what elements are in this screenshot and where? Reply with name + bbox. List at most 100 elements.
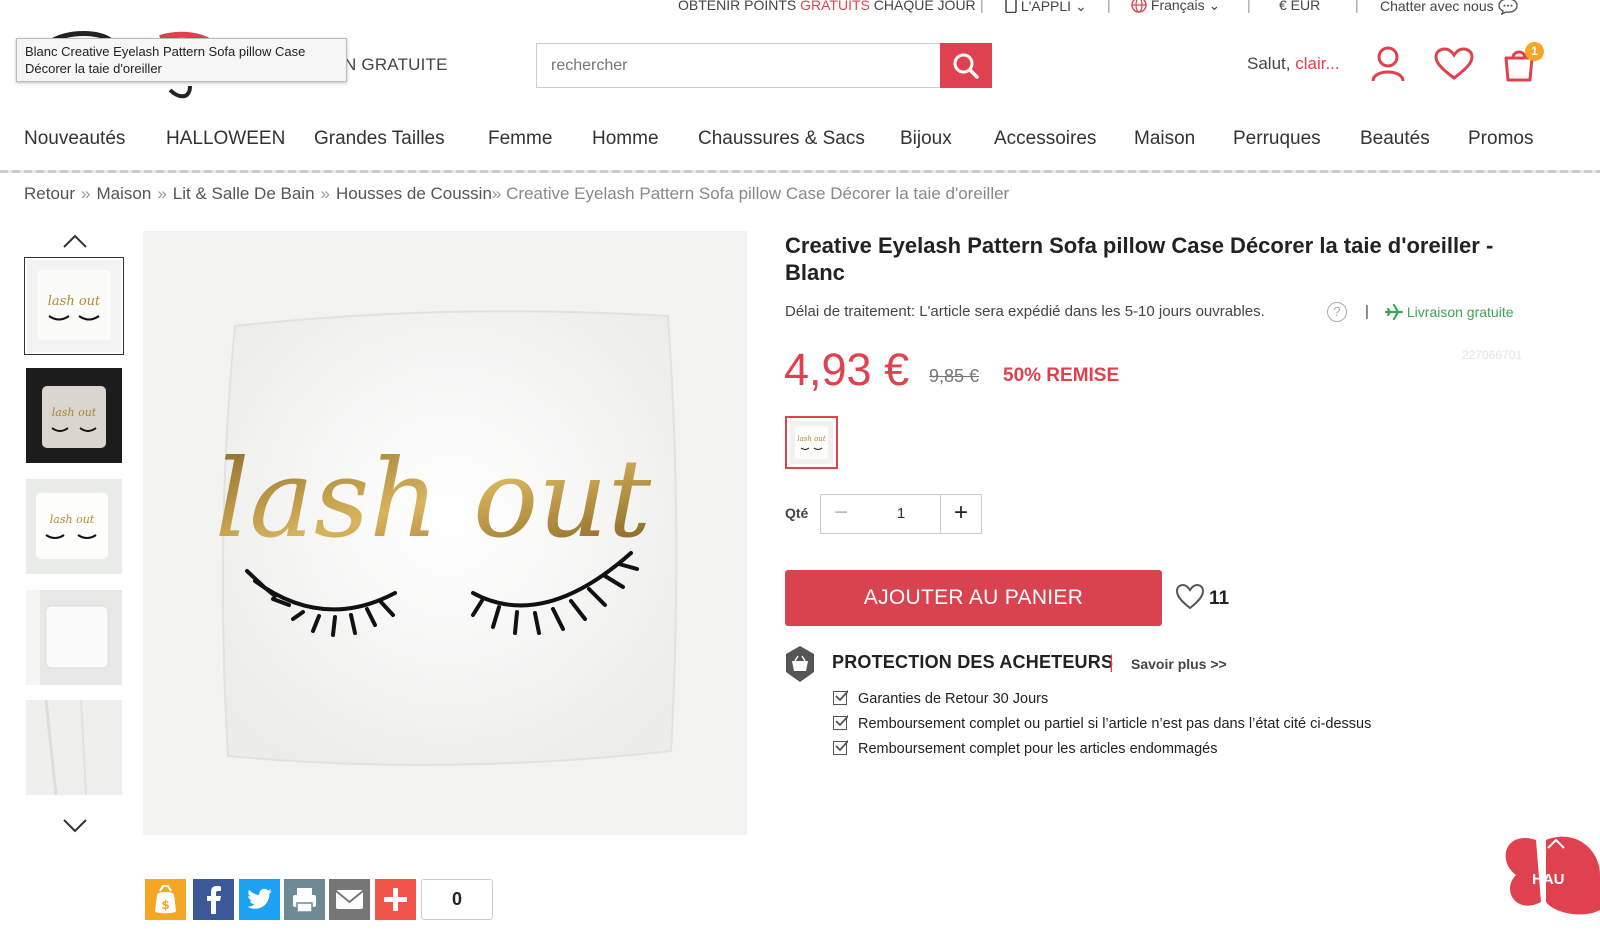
nav-item-maison[interactable]: Maison	[1134, 128, 1195, 150]
chevron-down-icon: ⌄	[1208, 0, 1221, 13]
product-price: 4,93 €	[784, 344, 910, 395]
thumbnail-3[interactable]: lash out	[26, 479, 122, 574]
discount-badge: 50% REMISE	[1003, 365, 1120, 386]
user-icon[interactable]	[1370, 45, 1406, 83]
nav-item-grandes-tailles[interactable]: Grandes Tailles	[314, 128, 445, 150]
thumbnail-2[interactable]: lash out	[26, 368, 122, 463]
original-price: 9,85 €	[929, 366, 980, 386]
pillow-thumb-image	[26, 590, 122, 685]
mail-icon	[335, 890, 364, 909]
chevron-down-icon: ⌄	[1074, 0, 1087, 14]
add-to-cart-button[interactable]: AJOUTER AU PANIER	[785, 570, 1162, 626]
learn-more-link[interactable]: Savoir plus >>	[1131, 656, 1227, 672]
divider: |	[1365, 303, 1369, 320]
nav-item-halloween[interactable]: HALLOWEEN	[166, 128, 285, 150]
divider: |	[980, 0, 984, 13]
money-icon: $	[155, 885, 176, 914]
chat-link[interactable]: Chatter avec nous	[1380, 0, 1518, 16]
thumbnail-4[interactable]	[26, 590, 122, 685]
thumbnail-5[interactable]	[26, 700, 122, 795]
checkbox-icon	[833, 714, 848, 730]
quantity-increase-button[interactable]: +	[940, 494, 982, 534]
pillow-thumb-image: lash out	[26, 368, 122, 463]
pillow-text: lash out	[215, 437, 652, 562]
plus-icon	[384, 888, 407, 911]
quantity-input[interactable]: 1	[861, 494, 941, 534]
nav-item-perruques[interactable]: Perruques	[1233, 128, 1321, 150]
search-input[interactable]	[536, 43, 941, 88]
divider: |	[1355, 0, 1359, 13]
search-icon	[953, 53, 979, 79]
chevron-down-icon[interactable]	[62, 818, 88, 834]
share-count: 0	[421, 879, 493, 920]
search-button[interactable]	[940, 43, 992, 88]
color-swatch-selected[interactable]: lash out	[785, 416, 838, 469]
nav-item-bijoux[interactable]: Bijoux	[900, 128, 952, 150]
share-facebook-button[interactable]	[193, 879, 234, 920]
pillow-thumb-image: lash out	[27, 260, 121, 352]
wishlist-heart-icon[interactable]	[1175, 583, 1205, 610]
svg-text:lash out: lash out	[48, 294, 101, 309]
share-email-button[interactable]	[329, 879, 370, 920]
chevron-up-icon[interactable]	[62, 233, 88, 249]
nav-item-promos[interactable]: Promos	[1468, 128, 1533, 150]
plane-icon	[1384, 303, 1404, 321]
nav-item-chaussures-sacs[interactable]: Chaussures & Sacs	[698, 128, 865, 150]
app-link[interactable]: L'APPLI ⌄	[1005, 0, 1087, 15]
share-more-button[interactable]	[375, 879, 416, 920]
help-icon[interactable]: ?	[1327, 302, 1347, 322]
nav-item-accessoires[interactable]: Accessoires	[994, 128, 1096, 150]
breadcrumb: Retour» Maison» Lit & Salle De Bain» Housse…	[24, 184, 1010, 203]
breadcrumb-link[interactable]: Housses de Coussin	[336, 184, 492, 203]
user-greeting[interactable]: Salut, clair...	[1247, 54, 1340, 74]
heart-icon[interactable]	[1434, 47, 1474, 81]
divider: |	[1109, 652, 1114, 672]
cart-count-badge: 1	[1525, 42, 1544, 61]
product-sku: 227066701	[1462, 348, 1523, 362]
breadcrumb-link[interactable]: Retour	[24, 184, 75, 203]
share-print-button[interactable]	[284, 879, 325, 920]
print-icon	[293, 888, 316, 913]
pillow-image: lash out	[143, 231, 747, 835]
svg-text:lash out: lash out	[797, 435, 825, 443]
svg-text:lash out: lash out	[50, 513, 95, 526]
product-title: Creative Eyelash Pattern Sofa pillow Cas…	[785, 233, 1494, 285]
nav-item-beautes[interactable]: Beautés	[1360, 128, 1430, 150]
breadcrumb-current: Creative Eyelash Pattern Sofa pillow Cas…	[506, 184, 1010, 203]
share-money-button[interactable]: $	[145, 879, 186, 920]
phone-icon	[1005, 0, 1017, 14]
product-main-image[interactable]: lash out	[143, 231, 747, 835]
tooltip: Blanc Creative Eyelash Pattern Sofa pill…	[16, 38, 347, 82]
language-selector[interactable]: Français ⌄	[1131, 0, 1220, 14]
main-nav: Nouveautés HALLOWEEN Grandes Tailles Fem…	[0, 124, 1600, 156]
share-twitter-button[interactable]	[239, 879, 280, 920]
nav-item-homme[interactable]: Homme	[592, 128, 659, 150]
breadcrumb-link[interactable]: Maison	[97, 184, 152, 203]
checkbox-icon	[833, 689, 848, 705]
nav-item-femme[interactable]: Femme	[488, 128, 552, 150]
thumbnail-1[interactable]: lash out	[24, 257, 124, 355]
guarantee-item: Remboursement complet ou partiel si l’ar…	[833, 714, 1371, 732]
guarantee-item: Remboursement complet pour les articles …	[833, 739, 1217, 757]
divider: |	[1247, 0, 1251, 13]
free-delivery-label: Livraison gratuite	[1384, 303, 1514, 321]
swatch-image: lash out	[790, 421, 833, 464]
wishlist-count: 11	[1209, 588, 1230, 609]
top-bar: OBTENIR POINTS GRATUITS CHAQUE JOUR | L'…	[0, 0, 1600, 18]
svg-text:$: $	[161, 898, 169, 912]
back-to-top-button[interactable]: HAU	[1496, 830, 1600, 920]
free-shipping-banner[interactable]: N GRATUITE	[344, 55, 448, 75]
points-promo[interactable]: OBTENIR POINTS GRATUITS CHAQUE JOUR	[678, 0, 976, 13]
nav-divider	[0, 170, 1600, 173]
nav-item-nouveautes[interactable]: Nouveautés	[24, 128, 125, 150]
twitter-icon	[247, 888, 272, 909]
facebook-icon	[207, 886, 221, 914]
pillow-thumb-image	[26, 700, 122, 795]
quantity-decrease-button[interactable]: −	[820, 494, 862, 534]
buyer-protection-title: PROTECTION DES ACHETEURS	[832, 652, 1114, 672]
globe-icon	[1131, 0, 1147, 13]
currency-selector[interactable]: € EUR	[1279, 0, 1320, 13]
processing-time: Délai de traitement: L'article sera expé…	[785, 303, 1265, 320]
breadcrumb-link[interactable]: Lit & Salle De Bain	[173, 184, 315, 203]
guarantee-item: Garanties de Retour 30 Jours	[833, 689, 1048, 707]
